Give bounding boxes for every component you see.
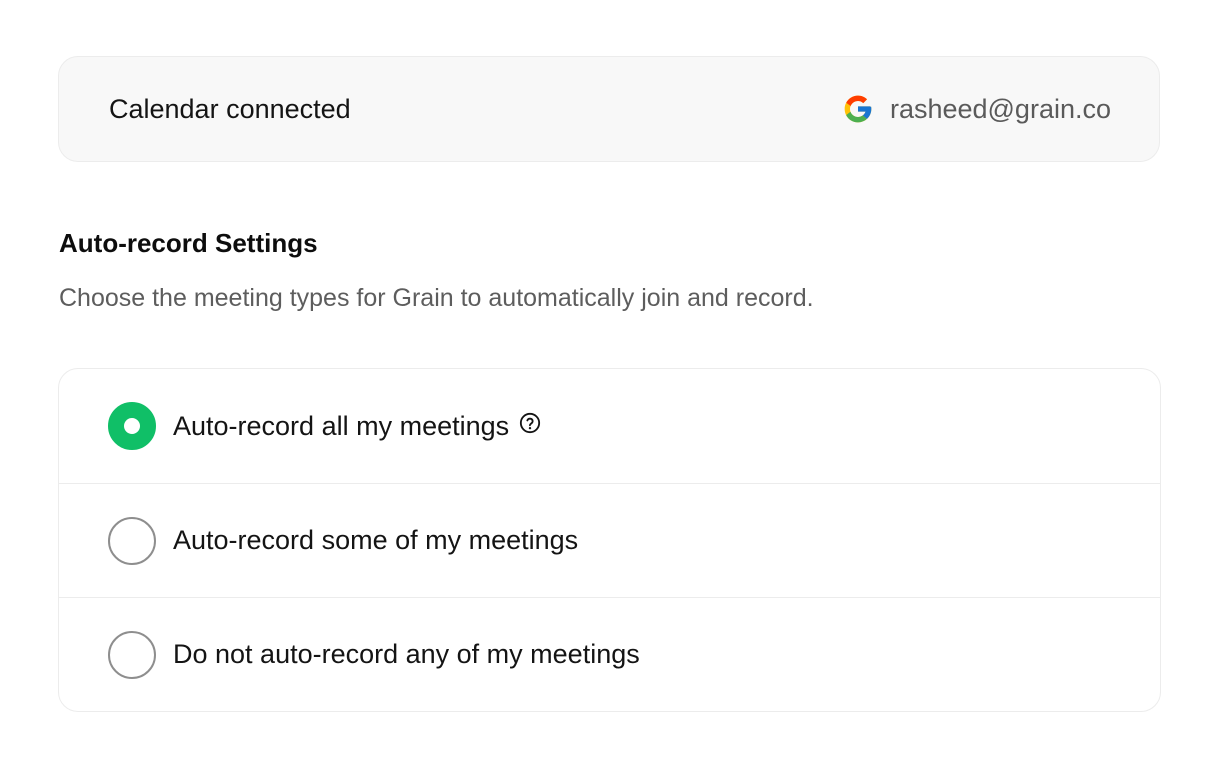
auto-record-settings-page: Calendar connected rasheed@grain.co Auto… (0, 0, 1218, 758)
help-circle-icon[interactable] (519, 412, 541, 434)
auto-record-settings-description: Choose the meeting types for Grain to au… (59, 284, 814, 312)
option-record-none[interactable]: Do not auto-record any of my meetings (59, 597, 1160, 711)
radio-selected-dot (124, 418, 140, 434)
option-record-all-label: Auto-record all my meetings (173, 410, 510, 441)
calendar-connected-label: Calendar connected (109, 93, 351, 124)
radio-record-none[interactable] (108, 630, 156, 679)
option-record-some[interactable]: Auto-record some of my meetings (59, 483, 1160, 597)
google-icon (844, 95, 872, 123)
auto-record-options: Auto-record all my meetings Auto-record … (58, 368, 1161, 712)
option-record-some-label: Auto-record some of my meetings (173, 525, 579, 555)
auto-record-settings-title: Auto-record Settings (59, 228, 318, 258)
radio-record-some[interactable] (108, 516, 156, 565)
option-record-all[interactable]: Auto-record all my meetings (59, 369, 1160, 483)
account-email: rasheed@grain.co (889, 93, 1111, 124)
option-record-none-label: Do not auto-record any of my meetings (173, 639, 640, 669)
connected-account: rasheed@grain.co (842, 93, 1111, 125)
radio-record-all[interactable] (108, 402, 156, 450)
calendar-connection-card: Calendar connected rasheed@grain.co (58, 56, 1160, 162)
